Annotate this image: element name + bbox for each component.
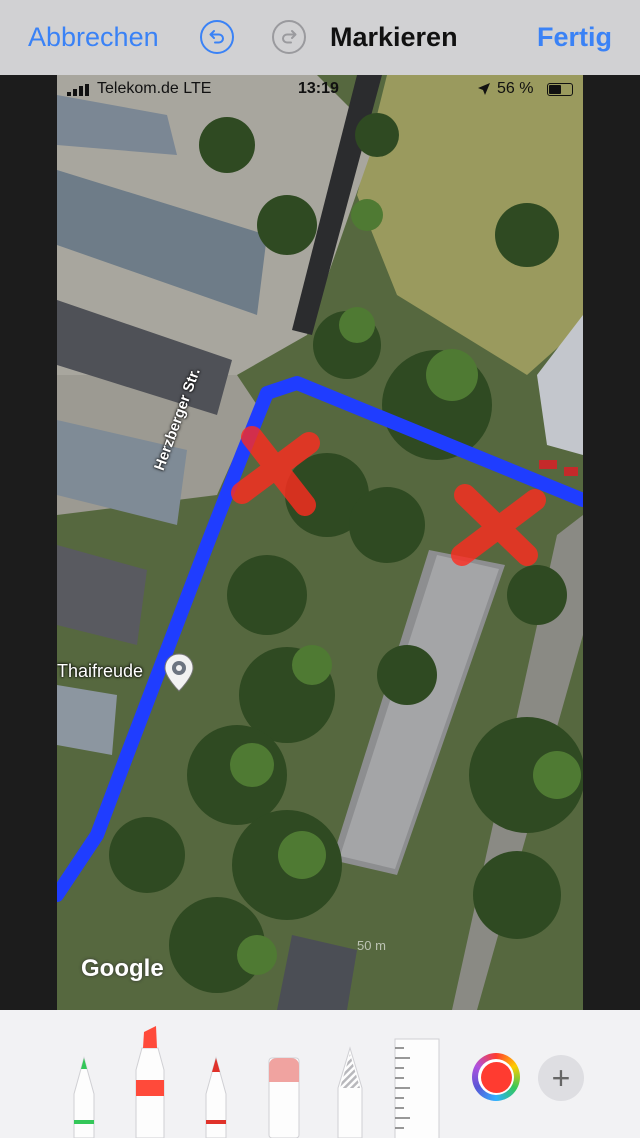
screenshot-canvas[interactable]: Telekom.de LTE 13:19 56 % Herzberger Str… [57,75,583,1010]
redo-button[interactable] [272,20,306,54]
undo-icon [209,30,224,44]
done-button[interactable]: Fertig [537,22,612,53]
tool-palette: + [0,1010,640,1138]
lasso-tool[interactable] [332,1028,368,1138]
signal-icon [67,84,89,96]
place-label: Thaifreude [57,661,144,681]
battery-percent: 56 % [497,80,534,97]
carrier-label: Telekom.de LTE [97,80,212,97]
marker-tool[interactable] [132,1020,168,1138]
markup-toolbar: Abbrechen Markieren Fertig [0,0,640,75]
color-picker-button[interactable] [472,1053,520,1101]
plus-icon: + [551,1059,571,1096]
redo-icon [282,30,297,44]
status-bar: Telekom.de LTE 13:19 56 % [57,75,583,103]
status-time: 13:19 [298,80,339,97]
google-logo: Google [81,955,164,982]
color-picker-ring [478,1059,514,1095]
location-arrow-icon [478,83,490,95]
selected-color-swatch [480,1061,512,1093]
map-scale: 50 m [357,938,386,953]
pen-tool[interactable] [66,1034,102,1138]
undo-button[interactable] [200,20,234,54]
satellite-map [57,75,583,1010]
page-title: Markieren [330,22,458,52]
cancel-button[interactable]: Abbrechen [28,22,159,53]
eraser-tool[interactable] [264,1032,304,1138]
ruler-tool[interactable] [394,1038,440,1138]
pencil-tool[interactable] [198,1034,234,1138]
map-pin-icon [164,653,194,692]
add-button[interactable]: + [538,1055,584,1101]
battery-icon [547,83,573,96]
